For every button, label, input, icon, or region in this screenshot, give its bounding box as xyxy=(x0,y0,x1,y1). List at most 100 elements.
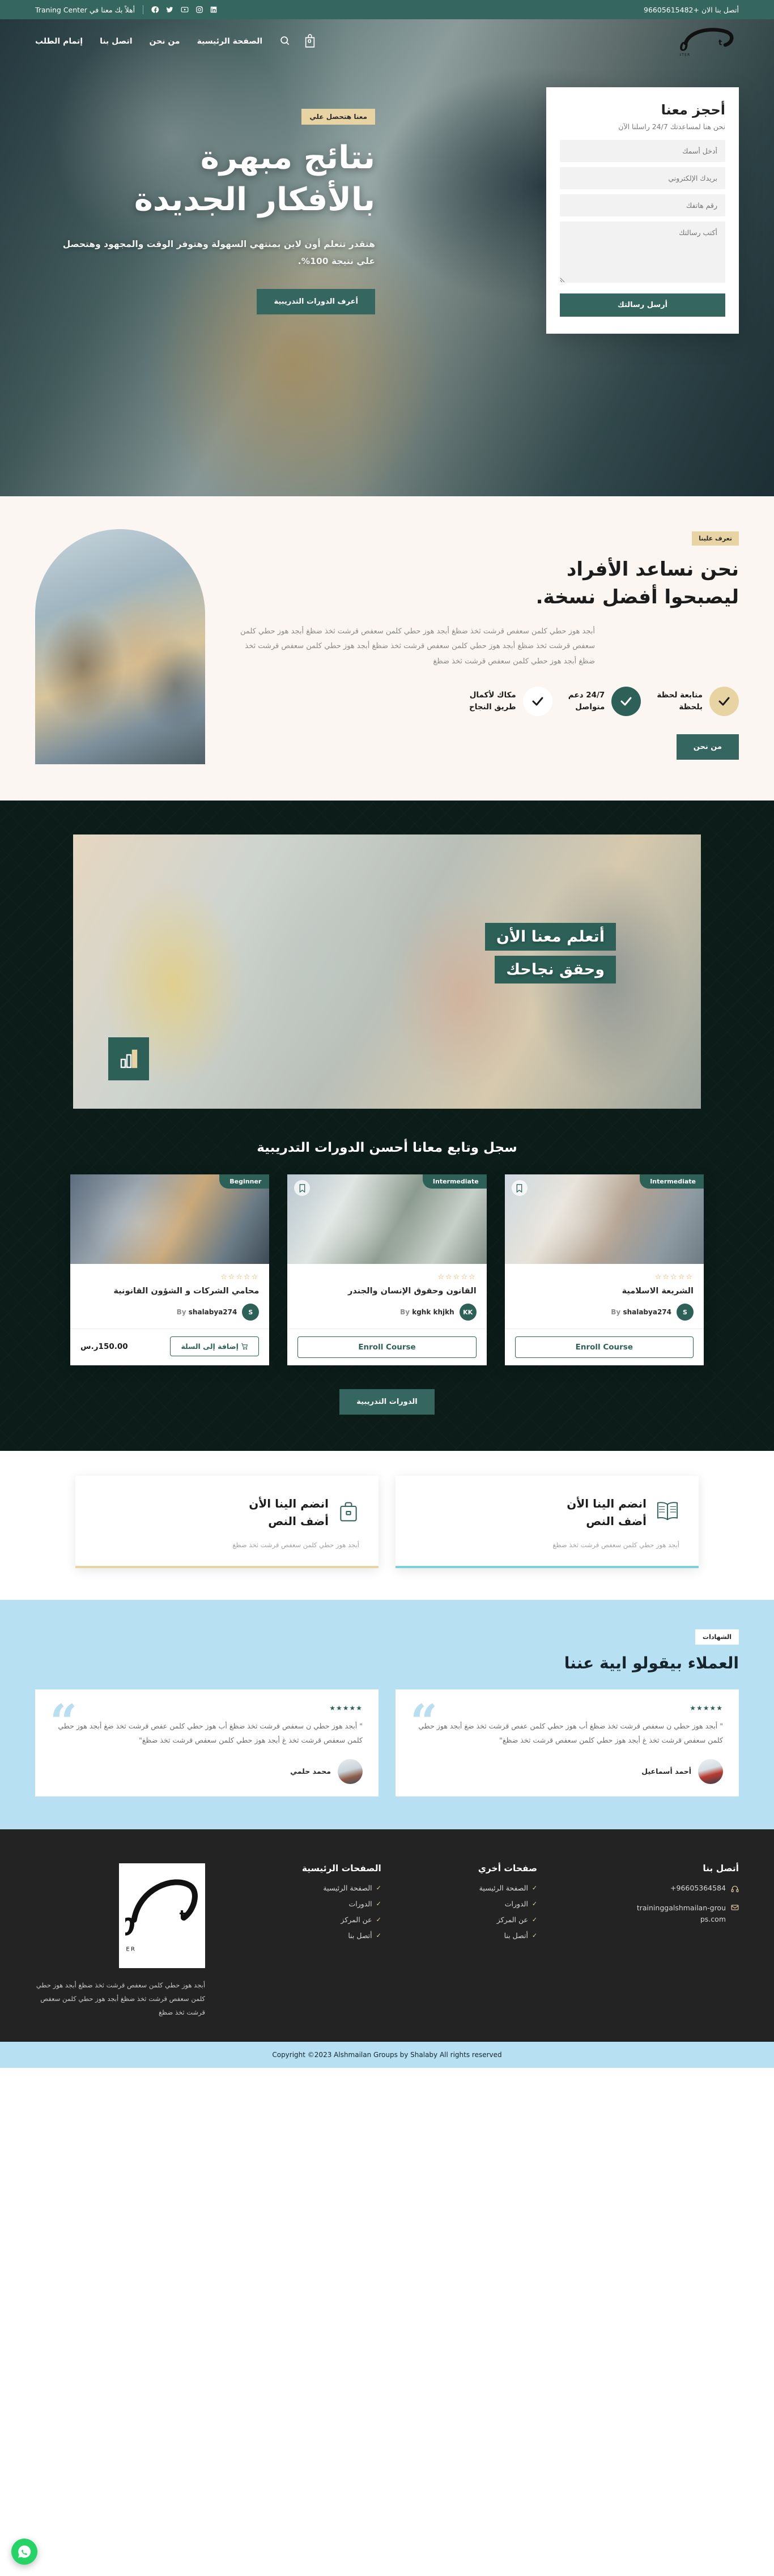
youtube-icon[interactable] xyxy=(180,6,189,14)
hero-title-line1: نتائج مبهرة xyxy=(200,139,375,176)
phone-input[interactable] xyxy=(560,194,725,216)
testimonial-name: محمد حلمي xyxy=(290,1767,331,1776)
footer-link-contact2[interactable]: ✓ أتصل بنا xyxy=(478,1931,538,1940)
courses-grid: Intermediate ☆☆☆☆☆ الشريعة الاسلامية S B… xyxy=(70,1174,704,1365)
add-to-cart-button[interactable]: إضافة إلى السلة xyxy=(170,1336,260,1356)
testimonial-name: أحمد أسماعيل xyxy=(641,1767,691,1776)
footer-other-pages-list: ✓ الصفحة الرئيسية ✓ الدورات ✓ عن المركز ✓ أت… xyxy=(478,1884,537,1940)
level-badge: Beginner xyxy=(219,1174,270,1189)
banner-line-2: وحقق نجاحك xyxy=(495,956,616,983)
testimonial-quote: " أبجد هوز حطي ن سعفص قرشت ثخذ ضظغ أب هو… xyxy=(418,1721,723,1745)
join-card-book[interactable]: انضم الينا الأن أضف النص أبجد هوز حطي كل… xyxy=(395,1476,699,1568)
feature-label-success: مكاك لأكمال طريق النجاح xyxy=(469,689,516,713)
courses-section: سجل وتابع معانا أحسن الدورات التدريبية I… xyxy=(35,1109,739,1451)
course-card[interactable]: Beginner ☆☆☆☆☆ محامي الشركات و الشؤون ال… xyxy=(70,1174,270,1365)
footer-email-row[interactable]: traininggalshmailan-groups.com xyxy=(634,1902,739,1925)
hero-title: نتائج مبهرة بالأفكار الجديدة xyxy=(35,137,375,221)
footer-logo[interactable]: 2020 t TRAINING CENTER xyxy=(119,1863,206,1968)
testimonials-section: الشهادات العملاء بيقولو ايية عننا “ ★★★★… xyxy=(0,1599,774,1829)
courses-cta-wrap: الدورات التدريبية xyxy=(70,1365,704,1451)
footer-link-label: أتصل بنا xyxy=(504,1931,528,1940)
course-card[interactable]: Intermediate ☆☆☆☆☆ الشريعة الاسلامية S B… xyxy=(504,1174,704,1365)
email-input[interactable] xyxy=(560,167,725,189)
footer-link-home2[interactable]: ✓ الصفحة الرئيسية xyxy=(478,1884,537,1892)
whatsapp-button[interactable] xyxy=(11,2539,37,2565)
nav-links: الصفحة الرئيسية من نحن اتصل بنا إتمام ال… xyxy=(35,37,262,46)
join-card-desc: أبجد هوز حطي كلمن سعفص قرشت ثخذ ضظغ xyxy=(232,1541,359,1549)
course-author-name: By shalabya274 xyxy=(611,1308,671,1316)
footer-link-about2[interactable]: ✓ عن المركز xyxy=(478,1915,537,1924)
footer-email: traininggalshmailan-groups.com xyxy=(636,1903,726,1923)
nav-link-checkout[interactable]: إتمام الطلب xyxy=(35,37,83,46)
banner-line-1: أتعلم معنا الأن xyxy=(484,923,616,951)
feature-item-support: 24/7 دعم متواصل xyxy=(568,686,641,716)
join-card-title: انضم الينا الأن أضف النص xyxy=(567,1495,647,1530)
feature-monitoring-l2: بلحظة xyxy=(679,702,703,712)
cart-count: 0 xyxy=(307,39,312,45)
svg-text:TRAINING CENTER: TRAINING CENTER xyxy=(125,1947,136,1953)
message-textarea[interactable] xyxy=(560,222,725,283)
linkedin-icon[interactable] xyxy=(210,6,218,14)
bookmark-icon[interactable] xyxy=(294,1180,311,1196)
feature-success-l1: مكاك لأكمال xyxy=(469,691,516,700)
footer-phone-row[interactable]: +96605364584 xyxy=(634,1884,739,1894)
feature-item-monitoring: متابعة لحظة بلحظة xyxy=(657,686,739,716)
footer-brand-text: أبجد هوز حطي كلمن سعفص قرشت ثخذ ضظغ أبجد… xyxy=(36,1981,206,2017)
feature-success-l2: طريق النجاح xyxy=(469,702,516,712)
booking-form-title: أحجز معنا xyxy=(661,102,725,118)
name-input[interactable] xyxy=(560,140,725,162)
check-icon xyxy=(611,686,641,716)
briefcase-icon xyxy=(338,1500,359,1525)
all-courses-button[interactable]: الدورات التدريبية xyxy=(339,1389,435,1415)
enroll-course-button[interactable]: Enroll Course xyxy=(514,1336,694,1358)
feature-support-l2: متواصل xyxy=(575,702,605,712)
nav-link-about[interactable]: من نحن xyxy=(150,37,180,46)
bookmark-icon[interactable] xyxy=(511,1180,528,1196)
about-cta-button[interactable]: من نحن xyxy=(676,734,739,760)
footer-main-pages-title: الصفحات الرئيسية xyxy=(301,1863,381,1874)
avatar: S xyxy=(242,1304,260,1321)
footer-link-contact[interactable]: ✓ أتصل بنا xyxy=(302,1931,381,1940)
join-title-l2: أضف النص xyxy=(268,1514,329,1528)
footer-link-courses[interactable]: ✓ الدورات xyxy=(302,1900,381,1908)
hero-cta-button[interactable]: أعرف الدورات التدريبية xyxy=(257,289,375,315)
search-icon[interactable] xyxy=(279,35,290,48)
dark-band-section: أتعلم معنا الأن وحقق نجاحك سجل وتابع معا… xyxy=(0,801,774,1451)
feature-support-l1: 24/7 دعم xyxy=(568,691,605,700)
nav-link-contact[interactable]: اتصل بنا xyxy=(100,37,132,46)
footer-link-home[interactable]: ✓ الصفحة الرئيسية xyxy=(302,1884,381,1892)
join-card-briefcase[interactable]: انضم الينا الأن أضف النص أبجد هوز حطي كل… xyxy=(75,1476,379,1568)
svg-text:2020: 2020 xyxy=(125,1914,135,1941)
footer-contact-column: أتصل بنا +96605364584 traininggalshmaila… xyxy=(634,1863,739,2019)
twitter-icon[interactable] xyxy=(165,6,174,14)
footer-link-label: عن المركز xyxy=(496,1915,528,1924)
course-author: S By shalabya274 xyxy=(80,1304,260,1321)
feature-label-monitoring: متابعة لحظة بلحظة xyxy=(657,689,703,713)
avatar xyxy=(338,1759,363,1784)
footer-other-pages-column: صفحات أخري ✓ الصفحة الرئيسية ✓ الدورات ✓ عن… xyxy=(478,1863,537,2019)
feature-item-success: مكاك لأكمال طريق النجاح xyxy=(469,686,552,716)
nav-link-home[interactable]: الصفحة الرئيسية xyxy=(197,37,263,46)
facebook-icon[interactable] xyxy=(151,6,159,14)
footer-link-about[interactable]: ✓ عن المركز xyxy=(302,1915,381,1924)
learn-banner: أتعلم معنا الأن وحقق نجاحك xyxy=(73,834,701,1109)
top-bar-phone[interactable]: أتصل بنا الان +96605615482 xyxy=(644,6,739,14)
enroll-course-button[interactable]: Enroll Course xyxy=(297,1336,477,1358)
testimonial-card: “ ★★★★★ " أبجد هوز حطي ن سعفص قرشت ثخذ ض… xyxy=(395,1689,739,1796)
course-card[interactable]: Intermediate ☆☆☆☆☆ القانون وحقوق الإنسان… xyxy=(287,1174,487,1365)
instagram-icon[interactable] xyxy=(195,6,203,14)
cart-button[interactable]: 0 xyxy=(303,33,316,49)
level-badge: Intermediate xyxy=(422,1174,487,1189)
add-to-cart-label: إضافة إلى السلة xyxy=(181,1342,239,1351)
footer-contact-title: أتصل بنا xyxy=(703,1863,739,1874)
site-logo[interactable]: 2020 t TRAINING CENTER xyxy=(678,24,739,59)
footer-link-label: الدورات xyxy=(348,1899,372,1908)
watermark-line1: مستقل xyxy=(360,2504,414,2521)
join-section: انضم الينا الأن أضف النص أبجد هوز حطي كل… xyxy=(0,1451,774,1600)
hero-content: أحجز معنا نحن هنا لمساعدتك 24/7 راسلنا ا… xyxy=(0,87,774,334)
join-title-l1: انضم الينا الأن xyxy=(249,1497,329,1510)
course-thumbnail: Beginner xyxy=(70,1174,270,1264)
course-author-name: By kghk khjkh xyxy=(400,1308,454,1316)
send-message-button[interactable]: أرسل رسالتك xyxy=(560,293,725,317)
footer-link-courses2[interactable]: ✓ الدورات xyxy=(478,1900,537,1908)
